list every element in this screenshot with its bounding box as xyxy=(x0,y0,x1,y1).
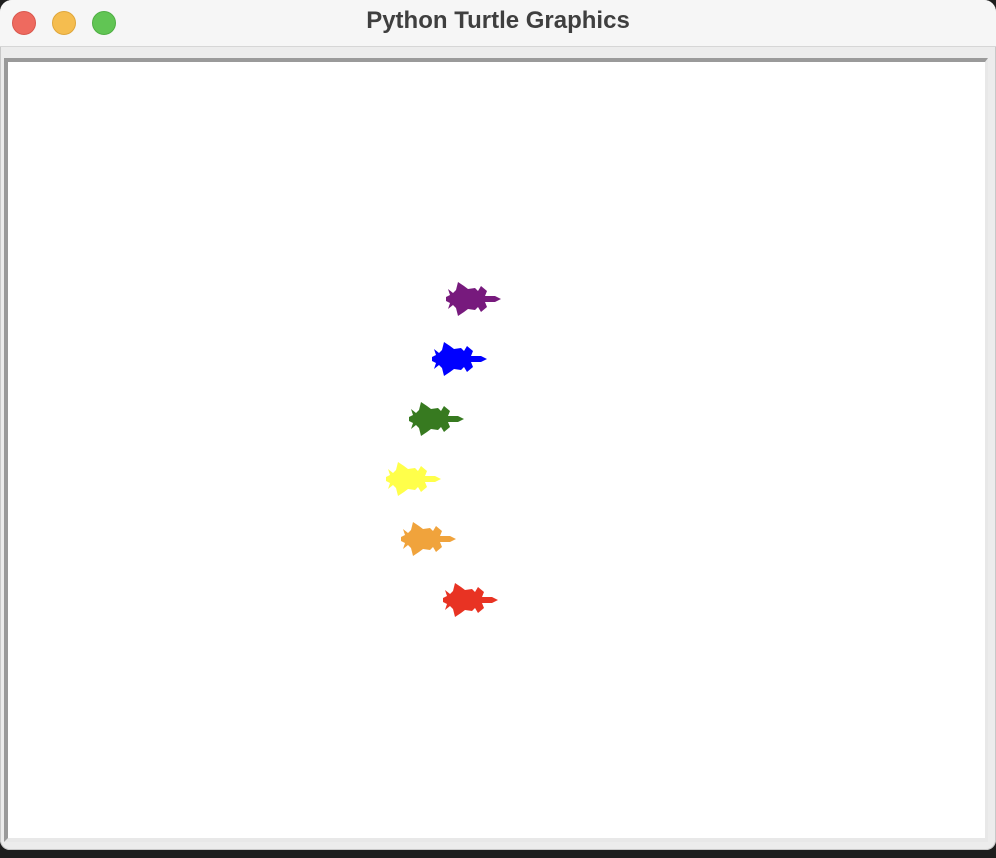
canvas-background xyxy=(8,62,985,838)
window-title: Python Turtle Graphics xyxy=(366,7,630,34)
turtle-window: Python Turtle Graphics xyxy=(0,0,996,850)
turtle-canvas-frame[interactable] xyxy=(4,58,988,842)
turtle-canvas[interactable] xyxy=(8,62,985,838)
title-bar[interactable]: Python Turtle Graphics xyxy=(0,0,996,47)
window-shadow xyxy=(0,850,996,858)
